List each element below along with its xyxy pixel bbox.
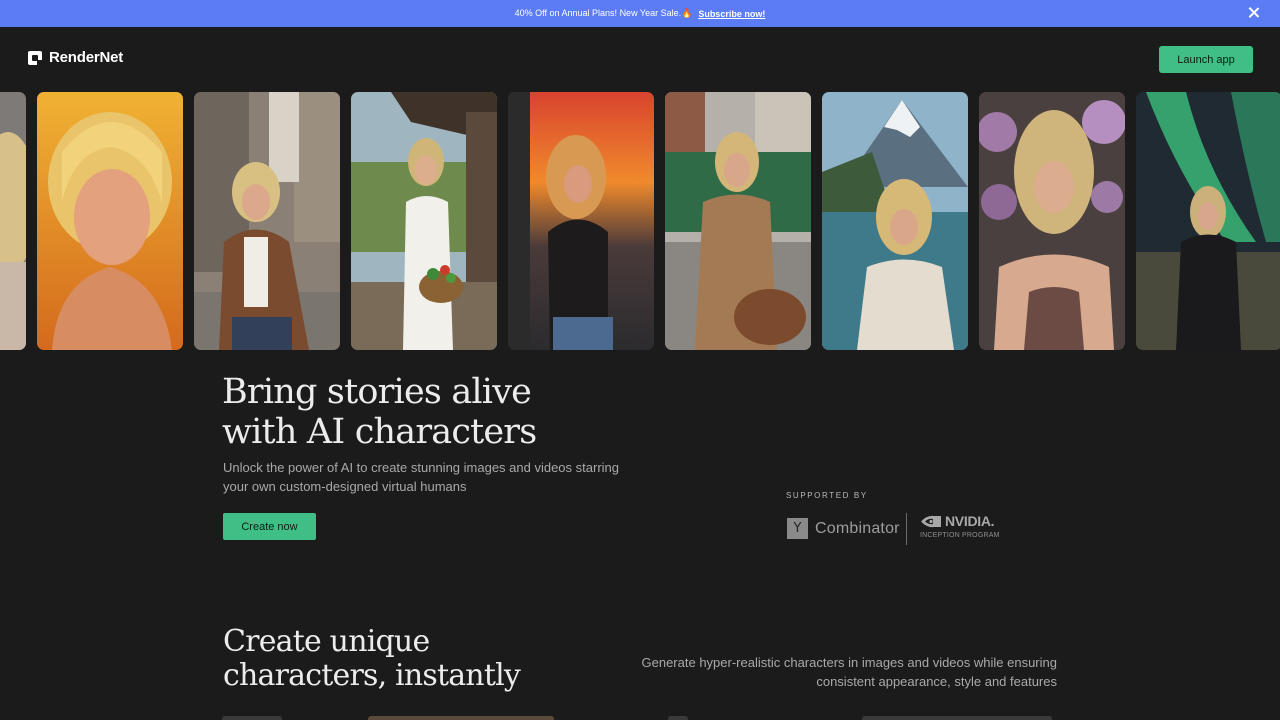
portrait-image [822,92,968,350]
hero-title-line: with AI characters [222,412,537,452]
hero-title-line: Bring stories alive [222,372,532,412]
promo-banner: 40% Off on Annual Plans! New Year Sale.🔥… [0,0,1280,27]
next-section-preview [368,716,554,720]
logo-divider [906,513,907,545]
section-title-line: characters, instantly [223,658,521,693]
gallery-card[interactable] [822,92,968,350]
nvidia-program: INCEPTION PROGRAM [920,532,1000,539]
hero-subtitle-line: your own custom-designed virtual humans [223,479,467,494]
nvidia-name: NVIDIA. [945,513,995,529]
portrait-image [665,92,811,350]
section-description: Generate hyper-realistic characters in i… [590,653,1058,691]
portrait-image [1136,92,1280,350]
gallery-card[interactable] [1136,92,1280,350]
portrait-image [508,92,654,350]
hero-subtitle-line: Unlock the power of AI to create stunnin… [223,460,619,475]
portrait-image [194,92,340,350]
gallery-card[interactable] [979,92,1125,350]
gallery-card[interactable] [508,92,654,350]
portrait-image [351,92,497,350]
next-section-preview [222,716,282,720]
section-title-line: Create unique [223,624,430,659]
section-description-line: Generate hyper-realistic characters in i… [641,655,1058,670]
portrait-image [37,92,183,350]
yc-mark-icon: Y [787,518,808,539]
logo[interactable]: RenderNet [27,49,123,66]
logo-text: RenderNet [49,49,124,66]
ycombinator-logo[interactable]: Y Combinator [787,518,900,539]
gallery-card[interactable] [37,92,183,350]
hero-title: Bring stories alive with AI characters [222,372,537,452]
portrait-image [979,92,1125,350]
rendernet-logo-icon [28,50,43,66]
gallery-card[interactable] [351,92,497,350]
launch-app-button[interactable]: Launch app [1159,46,1253,73]
promo-text: 40% Off on Annual Plans! New Year Sale.🔥 [514,8,693,18]
nvidia-inception-logo[interactable]: NVIDIA. INCEPTION PROGRAM [920,513,1000,539]
supported-by-heading: SUPPORTED BY [786,491,868,500]
gallery-card[interactable] [194,92,340,350]
site-header: RenderNet Launch app [0,27,1280,89]
next-section-preview [862,716,1052,720]
close-icon[interactable] [1246,5,1262,21]
nvidia-eye-icon [921,515,941,527]
gallery-card[interactable] [0,92,26,350]
portrait-image [0,92,26,350]
subscribe-link[interactable]: Subscribe now! [698,9,765,19]
next-section-preview [668,716,688,720]
section-description-line: consistent appearance, style and feature… [816,674,1057,689]
hero-subtitle: Unlock the power of AI to create stunnin… [223,458,643,496]
create-now-button[interactable]: Create now [223,513,316,540]
gallery-card[interactable] [665,92,811,350]
character-gallery [0,92,1280,350]
yc-name: Combinator [815,519,900,537]
section-title: Create unique characters, instantly [223,624,521,693]
